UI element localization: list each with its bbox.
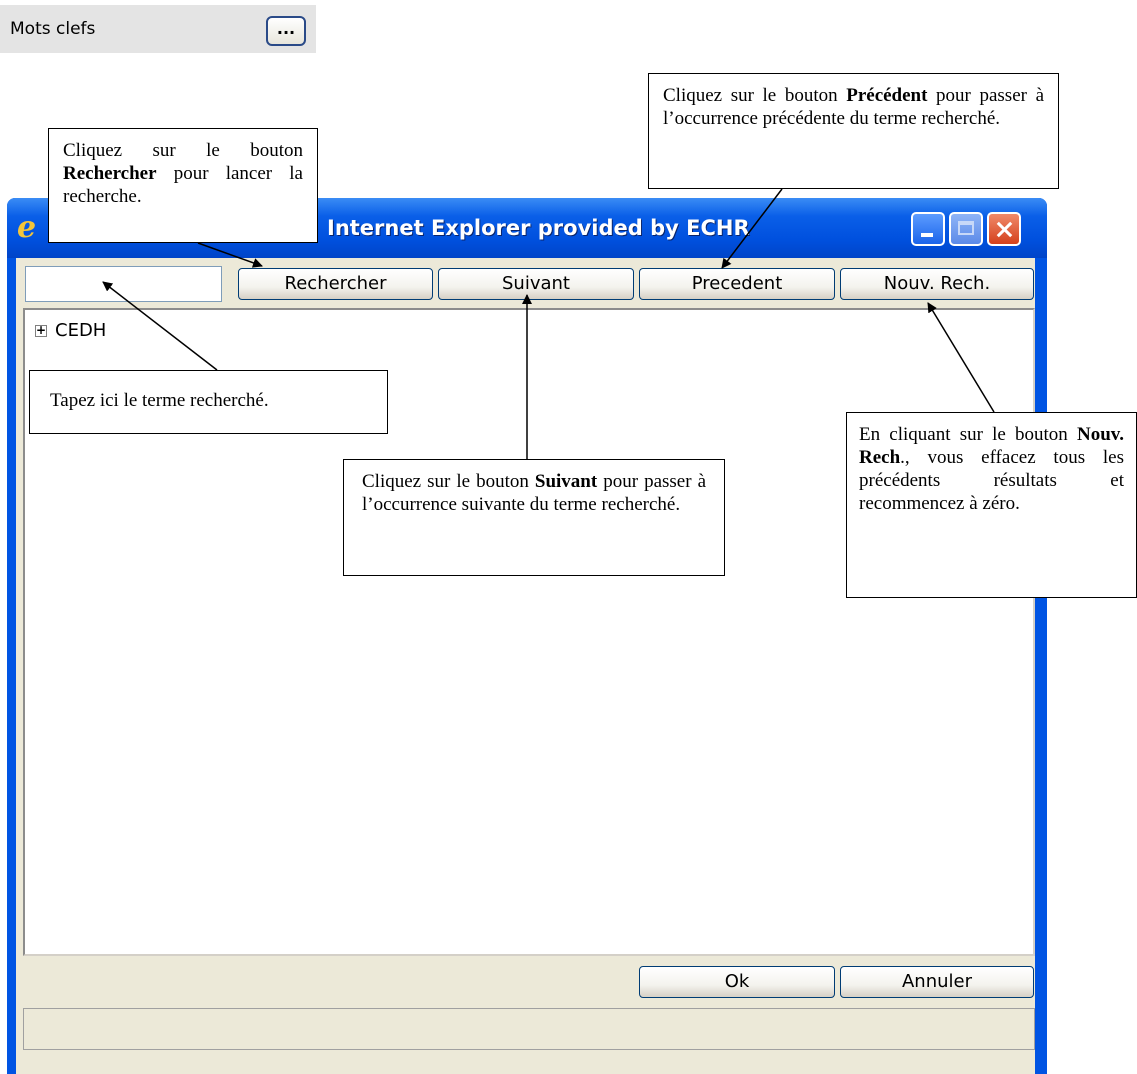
callout-text: Cliquez sur le bouton (663, 85, 847, 106)
maximize-icon[interactable] (949, 212, 983, 246)
keywords-browse-button[interactable]: ... (266, 16, 306, 46)
browser-window: e Internet Explorer provided by ECHR Rec… (7, 198, 1047, 1074)
suivant-button[interactable]: Suivant (438, 268, 634, 300)
window-title: Internet Explorer provided by ECHR (327, 216, 750, 240)
rechercher-button[interactable]: Rechercher (238, 268, 433, 300)
callout-rechercher: Cliquez sur le bouton Rechercher pour la… (48, 128, 318, 243)
annuler-button[interactable]: Annuler (840, 966, 1034, 998)
search-input[interactable] (25, 266, 222, 302)
nouv-rech-button[interactable]: Nouv. Rech. (840, 268, 1034, 300)
ok-button[interactable]: Ok (639, 966, 835, 998)
callout-precedent: Cliquez sur le bouton Précédent pour pas… (648, 73, 1059, 189)
keywords-label: Mots clefs (10, 19, 96, 39)
minimize-icon[interactable] (911, 212, 945, 246)
status-bar (23, 1008, 1035, 1050)
callout-text: Cliquez sur le bouton (362, 471, 535, 492)
callout-text: Tapez ici le terme recherché. (50, 390, 269, 411)
plus-box-icon[interactable]: + (35, 324, 47, 337)
precedent-button[interactable]: Precedent (639, 268, 835, 300)
close-icon[interactable] (987, 212, 1021, 246)
internet-explorer-icon: e (17, 210, 37, 245)
callout-bold: Suivant (534, 471, 598, 492)
callout-suivant: Cliquez sur le bouton Suivant pour passe… (343, 459, 725, 576)
callout-bold: Précédent (846, 85, 928, 106)
callout-text: Cliquez sur le bouton (63, 140, 303, 161)
tree-item-cedh[interactable]: + CEDH (35, 320, 106, 341)
callout-bold: Rechercher (63, 163, 157, 184)
callout-tapez: Tapez ici le terme recherché. (29, 370, 388, 434)
keywords-bar: Mots clefs ... (0, 5, 316, 53)
callout-text: En cliquant sur le bouton (859, 424, 1077, 445)
tree-item-label: CEDH (55, 320, 107, 341)
callout-nouv-rech: En cliquant sur le bouton Nouv. Rech., v… (846, 412, 1137, 598)
